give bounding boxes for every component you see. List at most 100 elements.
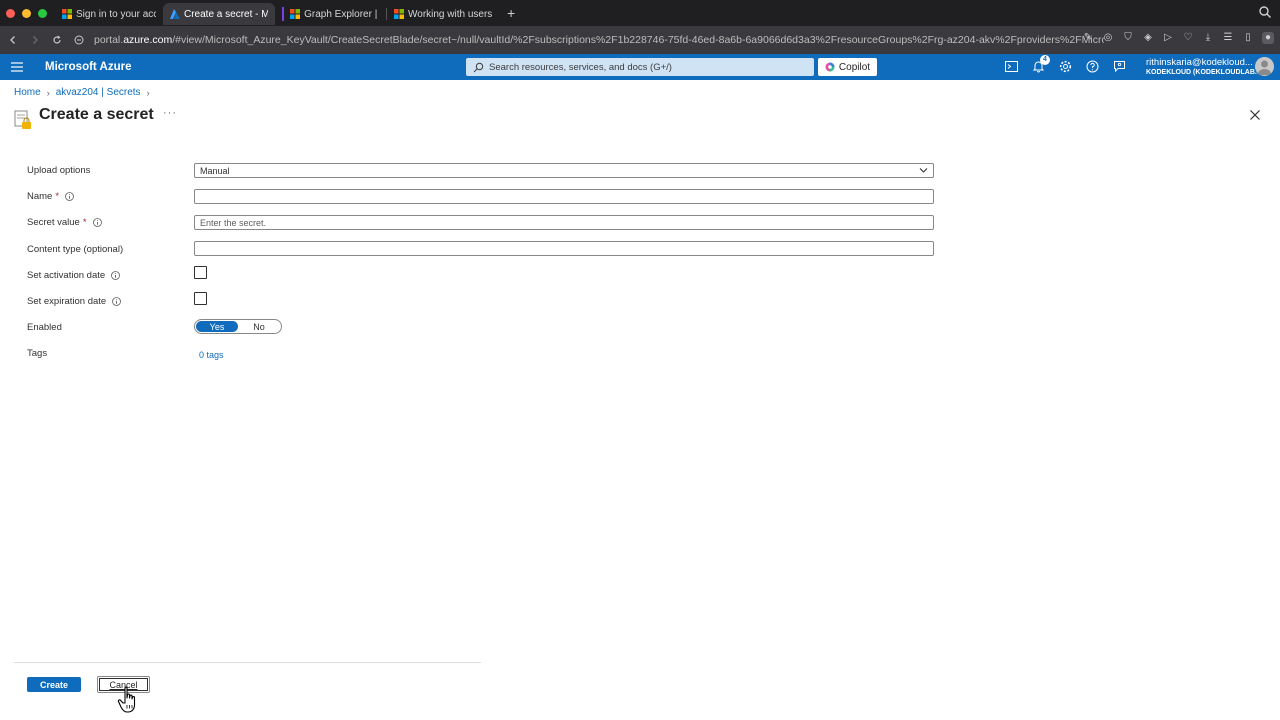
close-icon[interactable] [1249,109,1261,121]
tab-search-icon[interactable] [1258,5,1272,19]
browser-tab-strip: Sign in to your account Create a secret … [0,0,1280,26]
browser-tab-sign-in[interactable]: Sign in to your account [55,3,163,25]
gear-icon[interactable] [1059,60,1072,73]
tab-label: Graph Explorer | Try Mic [304,8,380,20]
url-field[interactable]: portal. azure.com/#view/Microsoft_Azure_K… [94,34,1104,46]
upload-options-select[interactable]: Manual [194,163,934,178]
account-user: rithinskaria@kodekloud... [1146,57,1253,68]
required-marker: * [82,217,87,228]
chevron-right-icon [33,36,38,44]
chevron-right-icon: › [146,87,150,98]
camera-icon[interactable]: ◎ [1102,32,1114,44]
tags-link[interactable]: 0 tags [199,350,224,360]
back-button[interactable] [2,29,24,51]
feedback-icon[interactable] [1113,60,1126,73]
azure-brand-link[interactable]: Microsoft Azure [45,61,131,73]
name-label: Name * [27,191,74,202]
copilot-icon [825,62,835,72]
expiration-date-label-text: Set expiration date [27,296,107,307]
wallet-icon[interactable]: ◈ [1142,32,1154,44]
secret-value-label: Secret value * [27,217,102,228]
shield-icon[interactable]: ⛉ [1122,32,1134,44]
activation-date-label-text: Set activation date [27,270,106,281]
hamburger-menu-icon[interactable] [10,62,24,72]
activation-date-checkbox[interactable] [194,266,207,279]
copilot-button[interactable]: Copilot [818,58,877,76]
account-tenant: KODEKLOUD (KODEKLOUDLAB.O... [1146,69,1269,76]
content-type-input[interactable] [194,241,934,256]
info-icon[interactable] [112,297,122,306]
enabled-no-option[interactable]: No [238,321,280,332]
secret-value-label-text: Secret value [27,217,80,228]
account-menu[interactable]: rithinskaria@kodekloud... KODEKLOUD (KOD… [1146,58,1268,78]
name-input[interactable] [194,189,934,204]
download-icon[interactable]: ⤓ [1202,32,1214,44]
url-host: azure.com [123,34,173,46]
info-icon[interactable] [65,192,74,201]
upload-options-value: Manual [200,165,230,176]
microsoft-logo-icon [394,9,404,19]
notification-badge: 4 [1040,55,1050,65]
breadcrumb: Home › akvaz204 | Secrets › [14,87,156,98]
secret-value-placeholder: Enter the secret. [200,217,267,228]
footer-divider [14,662,481,663]
browser-toolbar-icons: ✎ ◎ ⛉ ◈ ▷ ♡ ⤓ ☰ ▯ ● [1082,32,1274,44]
global-search-input[interactable]: Search resources, services, and docs (G+… [466,58,814,76]
info-icon[interactable] [92,218,102,227]
minimize-window-button[interactable] [22,8,31,18]
name-label-text: Name [27,191,53,202]
address-bar-row: portal. azure.com/#view/Microsoft_Azure_K… [0,26,1280,54]
browser-tab-graph-explorer[interactable]: Graph Explorer | Try Mic [275,3,387,25]
url-path: /#view/Microsoft_Azure_KeyVault/CreateSe… [172,34,1104,46]
maximize-window-button[interactable] [38,8,47,18]
microsoft-logo-icon [290,9,301,19]
enabled-label: Enabled [27,322,62,333]
help-icon[interactable] [1086,60,1099,73]
browser-tab-working-with-users[interactable]: Working with users in M [387,3,501,25]
notifications-button[interactable]: 4 [1032,55,1050,73]
page-title: Create a secret [39,106,154,123]
create-button[interactable]: Create [27,677,81,692]
menu-icon[interactable]: ☰ [1222,32,1234,44]
more-options-button[interactable]: ··· [163,107,177,119]
secret-document-icon [14,110,31,129]
reload-icon [53,35,61,44]
upload-options-label-text: Upload options [27,165,91,176]
breadcrumb-akvaz204-secrets[interactable]: akvaz204 | Secrets [56,87,141,98]
edit-icon[interactable]: ✎ [1082,32,1094,44]
upload-options-label: Upload options [27,165,90,176]
expiration-date-checkbox[interactable] [194,292,207,305]
tags-label: Tags [27,348,47,359]
search-placeholder: Search resources, services, and docs (G+… [489,61,672,73]
profile-icon[interactable]: ● [1262,32,1274,44]
microsoft-logo-icon [62,9,72,19]
sidebar-icon[interactable]: ▯ [1242,32,1254,44]
enabled-toggle[interactable]: Yes No [194,319,282,334]
expiration-date-label: Set expiration date [27,296,122,307]
chevron-right-icon: › [46,87,50,98]
enabled-label-text: Enabled [27,322,62,333]
breadcrumb-home[interactable]: Home [14,87,41,98]
info-icon[interactable] [111,271,121,280]
hand-cursor-icon [117,686,136,713]
chevron-left-icon [10,36,15,44]
heart-icon[interactable]: ♡ [1182,32,1194,44]
play-icon[interactable]: ▷ [1162,32,1174,44]
tab-label: Sign in to your account [76,8,156,20]
cloud-shell-icon[interactable] [1005,60,1018,73]
enabled-yes-option[interactable]: Yes [196,321,238,332]
avatar[interactable] [1255,57,1274,76]
chevron-down-icon [919,168,928,173]
required-marker: * [55,191,60,202]
new-tab-button[interactable]: + [507,5,515,21]
content-type-label: Content type (optional) [27,244,123,255]
site-info-icon[interactable] [74,35,84,45]
close-window-button[interactable] [6,8,15,18]
tab-label: Working with users in M [408,8,494,20]
browser-tab-create-secret[interactable]: Create a secret - Micros [163,3,275,25]
header-icon-group: 4 [1005,55,1126,73]
search-icon [473,62,484,72]
secret-value-input[interactable]: Enter the secret. [194,215,934,230]
reload-button[interactable] [46,29,68,51]
forward-button[interactable] [24,29,46,51]
